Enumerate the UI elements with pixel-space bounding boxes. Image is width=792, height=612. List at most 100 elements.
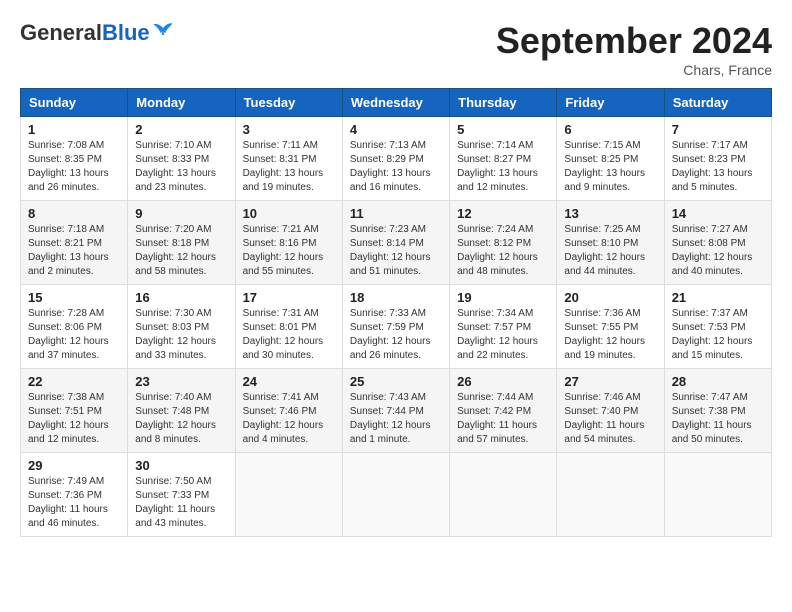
calendar-cell: 4Sunrise: 7:13 AM Sunset: 8:29 PM Daylig… bbox=[342, 117, 449, 201]
day-info: Sunrise: 7:33 AM Sunset: 7:59 PM Dayligh… bbox=[350, 307, 442, 363]
day-info: Sunrise: 7:15 AM Sunset: 8:25 PM Dayligh… bbox=[564, 139, 656, 195]
day-number: 23 bbox=[135, 374, 227, 389]
day-header-sunday: Sunday bbox=[21, 89, 128, 117]
calendar-cell: 16 Sunrise: 7:30 AM Sunset: 8:03 PM Dayli… bbox=[128, 285, 235, 369]
calendar-table: SundayMondayTuesdayWednesdayThursdayFrid… bbox=[20, 88, 772, 537]
day-number: 8 bbox=[28, 206, 120, 221]
day-info: Sunrise: 7:11 AM Sunset: 8:31 PM Dayligh… bbox=[243, 139, 335, 195]
day-info: Sunrise: 7:21 AM Sunset: 8:16 PM Dayligh… bbox=[243, 223, 335, 279]
calendar-cell: 11Sunrise: 7:23 AM Sunset: 8:14 PM Dayli… bbox=[342, 201, 449, 285]
calendar-cell bbox=[450, 453, 557, 537]
day-number: 26 bbox=[457, 374, 549, 389]
day-info: Sunrise: 7:37 AM Sunset: 7:53 PM Dayligh… bbox=[672, 307, 764, 363]
day-info: Sunrise: 7:20 AM Sunset: 8:18 PM Dayligh… bbox=[135, 223, 227, 279]
day-header-wednesday: Wednesday bbox=[342, 89, 449, 117]
day-number: 19 bbox=[457, 290, 549, 305]
day-number: 21 bbox=[672, 290, 764, 305]
day-info: Sunrise: 7:14 AM Sunset: 8:27 PM Dayligh… bbox=[457, 139, 549, 195]
day-info: Sunrise: 7:24 AM Sunset: 8:12 PM Dayligh… bbox=[457, 223, 549, 279]
day-number: 10 bbox=[243, 206, 335, 221]
day-info: Sunrise: 7:10 AM Sunset: 8:33 PM Dayligh… bbox=[135, 139, 227, 195]
calendar-cell: 27 Sunrise: 7:46 AM Sunset: 7:40 PM Dayli… bbox=[557, 369, 664, 453]
calendar-cell: 21 Sunrise: 7:37 AM Sunset: 7:53 PM Dayli… bbox=[664, 285, 771, 369]
calendar-cell: 7Sunrise: 7:17 AM Sunset: 8:23 PM Daylig… bbox=[664, 117, 771, 201]
calendar-cell bbox=[664, 453, 771, 537]
day-info: Sunrise: 7:31 AM Sunset: 8:01 PM Dayligh… bbox=[243, 307, 335, 363]
day-info: Sunrise: 7:08 AM Sunset: 8:35 PM Dayligh… bbox=[28, 139, 120, 195]
day-info: Sunrise: 7:41 AM Sunset: 7:46 PM Dayligh… bbox=[243, 391, 335, 447]
day-number: 5 bbox=[457, 122, 549, 137]
day-header-tuesday: Tuesday bbox=[235, 89, 342, 117]
day-number: 12 bbox=[457, 206, 549, 221]
day-number: 25 bbox=[350, 374, 442, 389]
day-info: Sunrise: 7:28 AM Sunset: 8:06 PM Dayligh… bbox=[28, 307, 120, 363]
day-number: 3 bbox=[243, 122, 335, 137]
calendar-cell: 1 Sunrise: 7:08 AM Sunset: 8:35 PM Daylig… bbox=[21, 117, 128, 201]
day-number: 4 bbox=[350, 122, 442, 137]
calendar-cell: 9 Sunrise: 7:20 AM Sunset: 8:18 PM Daylig… bbox=[128, 201, 235, 285]
day-info: Sunrise: 7:34 AM Sunset: 7:57 PM Dayligh… bbox=[457, 307, 549, 363]
day-info: Sunrise: 7:30 AM Sunset: 8:03 PM Dayligh… bbox=[135, 307, 227, 363]
day-header-saturday: Saturday bbox=[664, 89, 771, 117]
calendar-week-0: 1 Sunrise: 7:08 AM Sunset: 8:35 PM Daylig… bbox=[21, 117, 772, 201]
title-block: September 2024 Chars, France bbox=[496, 20, 772, 78]
calendar-cell: 12 Sunrise: 7:24 AM Sunset: 8:12 PM Dayli… bbox=[450, 201, 557, 285]
calendar-cell: 8 Sunrise: 7:18 AM Sunset: 8:21 PM Daylig… bbox=[21, 201, 128, 285]
day-info: Sunrise: 7:38 AM Sunset: 7:51 PM Dayligh… bbox=[28, 391, 120, 447]
day-number: 2 bbox=[135, 122, 227, 137]
calendar-week-3: 22Sunrise: 7:38 AM Sunset: 7:51 PM Dayli… bbox=[21, 369, 772, 453]
location: Chars, France bbox=[496, 62, 772, 78]
day-info: Sunrise: 7:36 AM Sunset: 7:55 PM Dayligh… bbox=[564, 307, 656, 363]
calendar-cell bbox=[235, 453, 342, 537]
day-header-thursday: Thursday bbox=[450, 89, 557, 117]
day-info: Sunrise: 7:43 AM Sunset: 7:44 PM Dayligh… bbox=[350, 391, 442, 447]
day-info: Sunrise: 7:17 AM Sunset: 8:23 PM Dayligh… bbox=[672, 139, 764, 195]
calendar-cell: 15Sunrise: 7:28 AM Sunset: 8:06 PM Dayli… bbox=[21, 285, 128, 369]
day-number: 20 bbox=[564, 290, 656, 305]
day-number: 28 bbox=[672, 374, 764, 389]
calendar-week-1: 8 Sunrise: 7:18 AM Sunset: 8:21 PM Daylig… bbox=[21, 201, 772, 285]
calendar-cell: 19 Sunrise: 7:34 AM Sunset: 7:57 PM Dayli… bbox=[450, 285, 557, 369]
day-info: Sunrise: 7:18 AM Sunset: 8:21 PM Dayligh… bbox=[28, 223, 120, 279]
logo-blue-text: Blue bbox=[102, 20, 150, 46]
day-info: Sunrise: 7:46 AM Sunset: 7:40 PM Dayligh… bbox=[564, 391, 656, 447]
day-info: Sunrise: 7:25 AM Sunset: 8:10 PM Dayligh… bbox=[564, 223, 656, 279]
day-number: 29 bbox=[28, 458, 120, 473]
day-number: 17 bbox=[243, 290, 335, 305]
logo-general-text: General bbox=[20, 20, 102, 46]
day-info: Sunrise: 7:40 AM Sunset: 7:48 PM Dayligh… bbox=[135, 391, 227, 447]
day-number: 1 bbox=[28, 122, 120, 137]
calendar-cell: 3 Sunrise: 7:11 AM Sunset: 8:31 PM Daylig… bbox=[235, 117, 342, 201]
calendar-cell: 10 Sunrise: 7:21 AM Sunset: 8:16 PM Dayli… bbox=[235, 201, 342, 285]
calendar-cell: 18 Sunrise: 7:33 AM Sunset: 7:59 PM Dayli… bbox=[342, 285, 449, 369]
calendar-cell: 28 Sunrise: 7:47 AM Sunset: 7:38 PM Dayli… bbox=[664, 369, 771, 453]
calendar-cell: 17 Sunrise: 7:31 AM Sunset: 8:01 PM Dayli… bbox=[235, 285, 342, 369]
calendar-cell: 13 Sunrise: 7:25 AM Sunset: 8:10 PM Dayli… bbox=[557, 201, 664, 285]
day-info: Sunrise: 7:49 AM Sunset: 7:36 PM Dayligh… bbox=[28, 475, 120, 531]
calendar-cell: 6 Sunrise: 7:15 AM Sunset: 8:25 PM Daylig… bbox=[557, 117, 664, 201]
day-header-friday: Friday bbox=[557, 89, 664, 117]
day-info: Sunrise: 7:27 AM Sunset: 8:08 PM Dayligh… bbox=[672, 223, 764, 279]
day-info: Sunrise: 7:44 AM Sunset: 7:42 PM Dayligh… bbox=[457, 391, 549, 447]
day-info: Sunrise: 7:50 AM Sunset: 7:33 PM Dayligh… bbox=[135, 475, 227, 531]
day-number: 13 bbox=[564, 206, 656, 221]
calendar-cell: 29 Sunrise: 7:49 AM Sunset: 7:36 PM Dayli… bbox=[21, 453, 128, 537]
calendar-cell: 2 Sunrise: 7:10 AM Sunset: 8:33 PM Daylig… bbox=[128, 117, 235, 201]
calendar-cell: 30Sunrise: 7:50 AM Sunset: 7:33 PM Dayli… bbox=[128, 453, 235, 537]
logo: GeneralBlue bbox=[20, 20, 174, 46]
day-header-monday: Monday bbox=[128, 89, 235, 117]
logo-bird-icon bbox=[152, 22, 174, 40]
calendar-cell: 20 Sunrise: 7:36 AM Sunset: 7:55 PM Dayli… bbox=[557, 285, 664, 369]
day-number: 18 bbox=[350, 290, 442, 305]
day-number: 24 bbox=[243, 374, 335, 389]
day-number: 9 bbox=[135, 206, 227, 221]
month-title: September 2024 bbox=[496, 20, 772, 62]
day-number: 27 bbox=[564, 374, 656, 389]
calendar-cell: 14Sunrise: 7:27 AM Sunset: 8:08 PM Dayli… bbox=[664, 201, 771, 285]
day-number: 16 bbox=[135, 290, 227, 305]
day-info: Sunrise: 7:47 AM Sunset: 7:38 PM Dayligh… bbox=[672, 391, 764, 447]
calendar-week-2: 15Sunrise: 7:28 AM Sunset: 8:06 PM Dayli… bbox=[21, 285, 772, 369]
calendar-cell: 25 Sunrise: 7:43 AM Sunset: 7:44 PM Dayli… bbox=[342, 369, 449, 453]
calendar-cell: 26 Sunrise: 7:44 AM Sunset: 7:42 PM Dayli… bbox=[450, 369, 557, 453]
day-number: 6 bbox=[564, 122, 656, 137]
